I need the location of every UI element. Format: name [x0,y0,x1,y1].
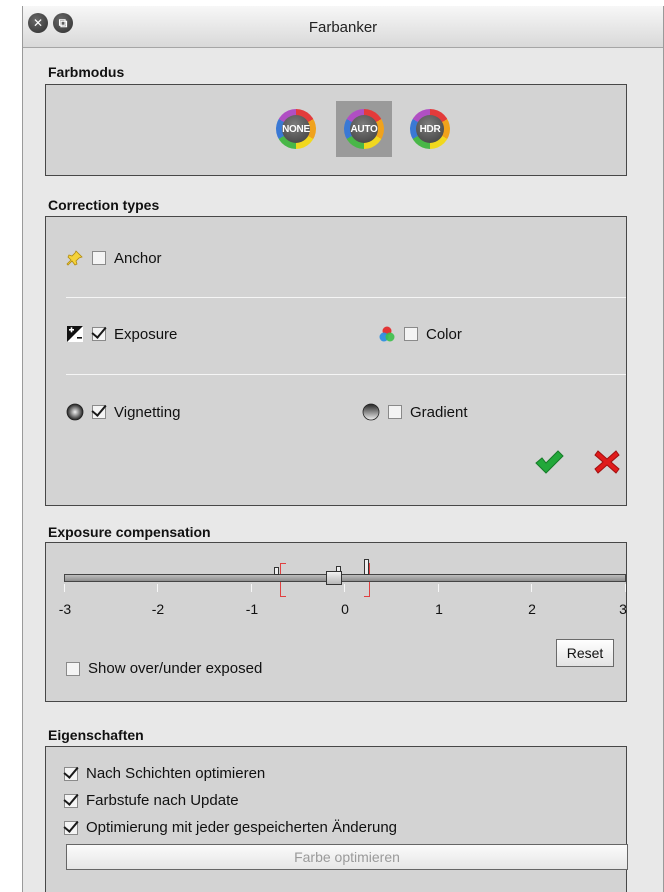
option-row: Farbstufe nach Update [64,792,239,809]
eigenschaften-label: Eigenschaften [48,727,144,743]
mode-hdr-label: HDR [416,115,444,143]
color-row: Color [378,325,462,343]
tick [531,584,532,592]
tick [625,584,626,592]
exposure-slider-track[interactable] [64,574,626,582]
rgb-circles-icon [378,325,396,343]
reject-x-icon[interactable] [594,449,620,479]
color-label: Color [426,325,462,343]
option-row: Nach Schichten optimieren [64,765,265,782]
option-label: Farbstufe nach Update [86,792,239,809]
vignetting-checkbox[interactable] [92,405,106,419]
tick [64,584,65,592]
eigenschaften-panel: Nach Schichten optimieren Farbstufe nach… [45,746,628,892]
correction-types-panel: Anchor Exposure Color Vignetting Gradien… [45,216,627,506]
gradient-checkbox[interactable] [388,405,402,419]
mode-auto-label: AUTO [350,115,378,143]
correction-types-label: Correction types [48,197,160,213]
mode-hdr-button[interactable]: HDR [410,109,450,149]
option-label: Nach Schichten optimieren [86,765,266,782]
window-title: Farbanker [308,19,378,36]
exposure-label: Exposure [114,325,178,343]
gradient-label: Gradient [410,403,468,421]
gradient-row: Gradient [362,403,468,421]
gradient-icon [362,403,380,421]
tick [251,584,252,592]
tick [438,584,439,592]
mode-none-label: NONE [282,115,310,143]
tick [157,584,158,592]
accept-checkmark-icon[interactable] [534,449,564,479]
tick-label: 2 [528,601,536,617]
exposure-slider-thumb[interactable] [326,571,342,585]
slider-marker [274,567,279,575]
tick-label: -3 [58,601,72,617]
color-checkbox[interactable] [404,327,418,341]
farbmodus-label: Farbmodus [48,64,125,80]
vignetting-label: Vignetting [114,403,181,421]
anchor-checkbox[interactable] [92,251,106,265]
vignette-icon [66,403,84,421]
vignetting-row: Vignetting [66,403,180,421]
divider [66,374,626,375]
tick-label: 0 [341,601,349,617]
mode-auto-button[interactable]: AUTO [344,109,384,149]
exposure-checkbox[interactable] [92,327,106,341]
farbanker-window: ✕ ⧉ Farbanker Farbmodus NONE AUTO HDR Co… [22,6,664,892]
tick [344,584,345,592]
farbmodus-panel: NONE AUTO HDR [45,84,627,176]
tick-label: 3 [619,601,627,617]
anchor-label: Anchor [114,249,162,267]
reset-button[interactable]: Reset [556,639,614,667]
nach-schichten-checkbox[interactable] [64,766,78,781]
pin-icon [66,249,84,267]
exposure-compensation-panel: -3 -2 -1 0 1 2 3 Show over/under exposed… [45,542,627,702]
show-over-under-row: Show over/under exposed [66,660,262,677]
exposure-icon [66,325,84,343]
tick-label: -2 [151,601,165,617]
farbe-optimieren-button[interactable]: Farbe optimieren [66,844,628,870]
tick-label: 1 [435,601,443,617]
tick-label: -1 [245,601,259,617]
anchor-row: Anchor [66,249,162,267]
mode-none-button[interactable]: NONE [276,109,316,149]
show-over-under-checkbox[interactable] [66,661,80,676]
divider [66,297,626,298]
optimierung-checkbox[interactable] [64,820,78,835]
exposure-compensation-label: Exposure compensation [48,524,211,540]
farbstufe-checkbox[interactable] [64,793,78,808]
slider-marker [364,559,369,575]
show-over-under-label: Show over/under exposed [88,660,263,677]
title-bar: ✕ ⧉ Farbanker [23,6,663,48]
option-row: Optimierung mit jeder gespeicherten Ände… [64,819,397,836]
exposure-row: Exposure [66,325,177,343]
option-label: Optimierung mit jeder gespeicherten Ände… [86,819,398,836]
